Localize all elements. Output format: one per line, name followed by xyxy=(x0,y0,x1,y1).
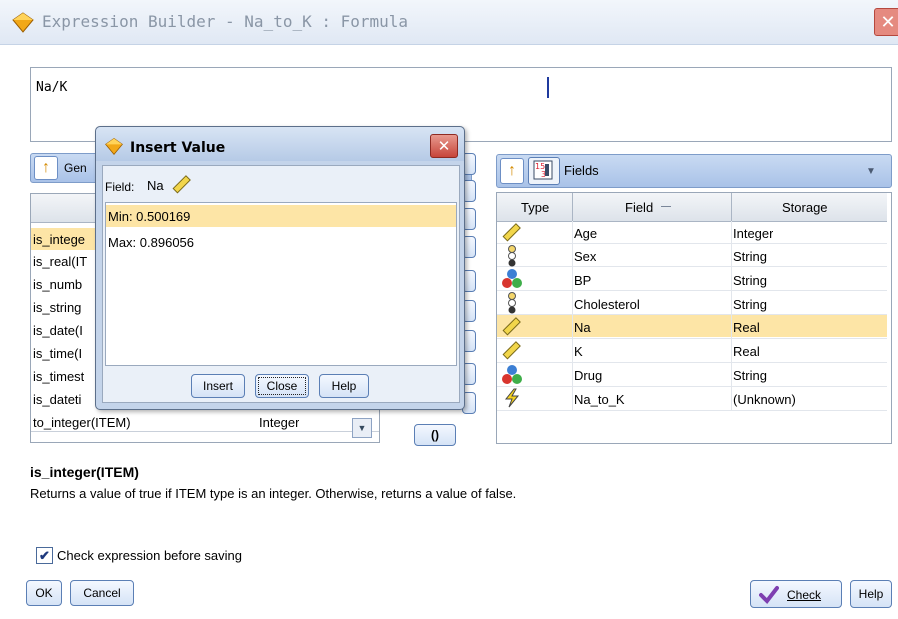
chevron-down-icon: ▼ xyxy=(357,423,367,433)
app-icon xyxy=(104,136,124,159)
field-list-icon: 153 xyxy=(533,160,553,180)
window-title: Expression Builder - Na_to_K : Formula xyxy=(42,12,409,31)
column-header-storage[interactable]: Storage xyxy=(782,200,828,215)
lightning-icon xyxy=(503,388,521,411)
column-header-type[interactable]: Type xyxy=(521,200,549,215)
row-grid xyxy=(497,314,887,315)
app-icon xyxy=(11,10,35,37)
field-storage: Real xyxy=(733,344,760,359)
fields-dropdown-arrow[interactable]: ▼ xyxy=(862,162,880,180)
function-name: is_numb xyxy=(33,277,83,292)
checkmark-icon xyxy=(759,586,779,605)
row-grid xyxy=(497,362,887,363)
fields-title: Fields xyxy=(564,163,599,178)
row-grid xyxy=(497,410,887,411)
col-grid xyxy=(731,221,732,411)
dialog-body: Field: Na Min: 0.500169 Max: 0.896056 In… xyxy=(102,165,460,403)
field-storage: (Unknown) xyxy=(733,392,796,407)
functions-group-label: Gen xyxy=(64,161,87,175)
close-window-button[interactable]: ✕ xyxy=(874,8,898,36)
function-name: is_time(I xyxy=(33,346,83,361)
cancel-button[interactable]: Cancel xyxy=(70,580,134,606)
function-name: to_integer(ITEM) xyxy=(33,415,131,430)
field-name[interactable]: Cholesterol xyxy=(574,297,640,312)
insert-button[interactable]: Insert xyxy=(191,374,245,398)
function-name: is_real(IT xyxy=(33,254,88,269)
row-grid xyxy=(497,386,887,387)
help-footer-button[interactable]: Help xyxy=(850,580,892,608)
ruler-icon xyxy=(501,341,521,364)
column-header-field[interactable]: Field xyxy=(625,200,653,215)
insert-value-dialog: Insert Value ✕ Field: Na Min: 0.500169 M… xyxy=(95,126,465,410)
header-divider xyxy=(572,193,573,221)
chevron-down-icon: ▼ xyxy=(866,165,876,177)
check-expression-label: Check expression before saving xyxy=(57,548,242,563)
ruler-icon xyxy=(501,223,521,246)
field-storage: Integer xyxy=(733,226,774,241)
fields-table: Type Field Storage Age Integer Sex Strin… xyxy=(496,192,892,444)
function-description: Returns a value of true if ITEM type is … xyxy=(30,486,517,501)
function-signature: is_integer(ITEM) xyxy=(30,464,139,480)
up-arrow-icon: ↑ xyxy=(508,162,516,179)
flag-icon xyxy=(505,292,519,317)
close-button[interactable]: Close xyxy=(255,374,309,398)
row-grid xyxy=(497,243,887,244)
functions-scroll-down-button[interactable]: ▼ xyxy=(352,418,372,438)
text-cursor xyxy=(547,77,549,98)
ruler-icon xyxy=(171,175,191,198)
fields-source-button[interactable]: 15 3 xyxy=(528,157,560,185)
function-name: is_dateti xyxy=(33,392,82,407)
parens-button[interactable]: () xyxy=(414,424,456,446)
function-type: Integer xyxy=(259,415,300,430)
field-name-value: Na xyxy=(147,178,164,193)
function-name: is_date(I xyxy=(33,323,83,338)
row-grid xyxy=(497,266,887,267)
field-name[interactable]: Na_to_K xyxy=(574,392,625,407)
function-name: is_intege xyxy=(33,232,86,247)
field-name[interactable]: Na xyxy=(574,320,591,335)
checkmark-icon: ✔ xyxy=(39,548,50,563)
check-button-label: Check xyxy=(787,588,822,602)
expression-text: Na/K xyxy=(36,80,68,95)
check-button[interactable]: Check xyxy=(750,580,842,608)
row-grid xyxy=(497,338,887,339)
fields-column-header xyxy=(497,193,887,222)
flag-icon xyxy=(505,245,519,270)
header-divider xyxy=(731,193,732,221)
functions-up-button[interactable]: ↑ xyxy=(34,156,58,180)
fields-up-button[interactable]: ↑ xyxy=(500,158,524,184)
function-name: is_timest xyxy=(33,369,85,384)
field-name[interactable]: K xyxy=(574,344,583,359)
up-arrow-icon: ↑ xyxy=(42,159,50,176)
check-expression-checkbox[interactable]: ✔ xyxy=(36,547,53,564)
field-storage: String xyxy=(733,368,767,383)
field-storage: String xyxy=(733,273,767,288)
selected-row-highlight xyxy=(497,315,887,337)
field-storage: Real xyxy=(733,320,760,335)
row-grid xyxy=(497,290,887,291)
value-list: Min: 0.500169 Max: 0.896056 xyxy=(105,202,457,366)
set-icon xyxy=(501,364,523,389)
set-icon xyxy=(501,268,523,293)
field-name[interactable]: BP xyxy=(574,273,591,288)
col-grid xyxy=(572,221,573,411)
field-name[interactable]: Drug xyxy=(574,368,602,383)
function-row-line xyxy=(31,431,379,432)
function-name: is_string xyxy=(33,300,82,315)
value-list-item[interactable]: Min: 0.500169 xyxy=(108,209,190,224)
help-button[interactable]: Help xyxy=(319,374,369,398)
value-list-item[interactable]: Max: 0.896056 xyxy=(108,235,194,250)
ruler-icon xyxy=(501,317,521,340)
sort-indicator xyxy=(661,206,671,207)
field-storage: String xyxy=(733,249,767,264)
title-bar: Expression Builder - Na_to_K : Formula ✕ xyxy=(0,0,898,45)
ok-button[interactable]: OK xyxy=(26,580,62,606)
field-label: Field: xyxy=(105,180,135,194)
dialog-close-button[interactable]: ✕ xyxy=(430,134,458,158)
dialog-title: Insert Value xyxy=(130,140,226,156)
field-name[interactable]: Sex xyxy=(574,249,596,264)
field-storage: String xyxy=(733,297,767,312)
field-name[interactable]: Age xyxy=(574,226,597,241)
